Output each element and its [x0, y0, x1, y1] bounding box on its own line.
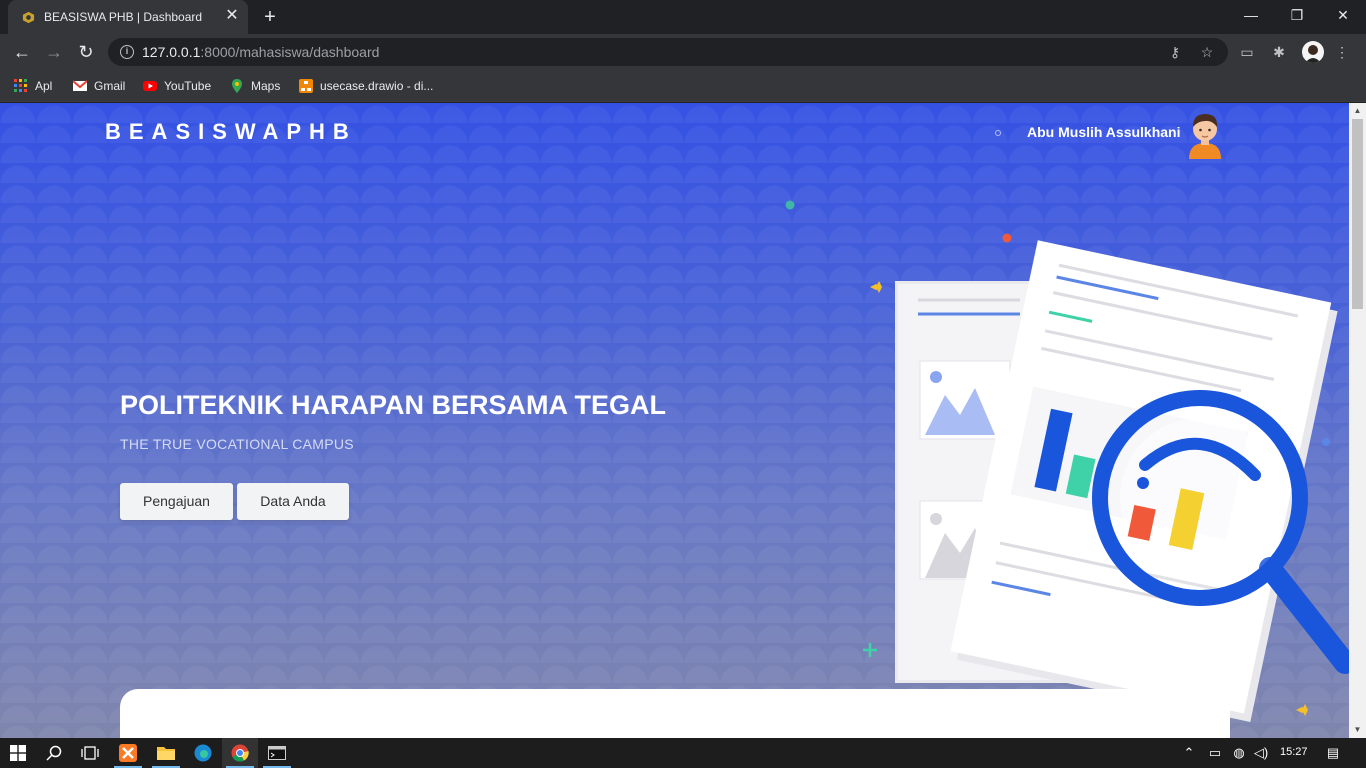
bookmark-star-icon[interactable]: ☆ — [1198, 43, 1216, 61]
bookmarks-bar: Apl Gmail YouTube Maps usecase.drawio - … — [0, 70, 1366, 102]
task-view-icon[interactable] — [72, 738, 108, 768]
browser-toolbar: ← → ↻ i 127.0.0.1:8000/mahasiswa/dashboa… — [0, 34, 1366, 70]
taskbar-clock[interactable]: 15:27 — [1280, 746, 1308, 758]
tab-close-icon[interactable]: ✕ — [224, 8, 240, 24]
maps-icon — [232, 79, 242, 93]
phb-favicon-icon — [22, 11, 35, 24]
page-viewport: BEASISWAPHB Abu Muslih Assulkhani POLITE… — [0, 103, 1349, 738]
scroll-up-icon[interactable]: ▲ — [1349, 103, 1366, 119]
xampp-icon[interactable] — [110, 738, 146, 768]
network-globe-icon[interactable]: ◍ — [1230, 745, 1248, 761]
key-icon[interactable]: ⚷ — [1166, 43, 1184, 61]
user-name[interactable]: Abu Muslih Assulkhani — [1027, 124, 1181, 140]
windows-taskbar: ⌃ ▭ ◍ ◁) 15:27 ▤ — [0, 738, 1366, 768]
battery-icon[interactable]: ▭ — [1206, 745, 1224, 761]
bookmark-apps[interactable]: Apl — [14, 77, 52, 95]
apps-grid-icon — [14, 79, 27, 92]
forward-arrow-icon[interactable]: → — [42, 40, 66, 64]
restore-button[interactable]: ❐ — [1274, 0, 1320, 30]
content-card — [120, 689, 1230, 738]
new-tab-button[interactable]: + — [260, 7, 280, 27]
bookmark-label: Gmail — [94, 79, 126, 93]
scroll-thumb[interactable] — [1352, 119, 1363, 309]
profile-avatar[interactable] — [1302, 41, 1324, 63]
file-explorer-icon[interactable] — [148, 738, 184, 768]
windows-start-icon[interactable] — [0, 738, 36, 768]
chrome-icon[interactable] — [222, 738, 258, 768]
profile-person-icon — [1305, 45, 1321, 63]
menu-kebab-icon[interactable]: ⋮ — [1332, 42, 1352, 62]
bookmark-label: Maps — [251, 79, 281, 93]
decor-circle — [995, 130, 1001, 136]
browser-tab-active[interactable]: BEASISWA PHB | Dashboard ✕ — [8, 0, 248, 34]
url-text[interactable]: 127.0.0.1:8000/mahasiswa/dashboard — [142, 44, 379, 60]
bookmark-label: YouTube — [164, 79, 212, 93]
tab-title: BEASISWA PHB | Dashboard — [44, 10, 203, 24]
user-avatar[interactable] — [1184, 109, 1226, 159]
gmail-icon — [73, 80, 87, 91]
back-arrow-icon[interactable]: ← — [10, 40, 34, 64]
site-info-icon[interactable]: i — [120, 45, 134, 59]
window-close-button[interactable]: ✕ — [1320, 0, 1366, 30]
pengajuan-button[interactable]: Pengajuan — [120, 483, 233, 520]
bookmark-youtube[interactable]: YouTube — [143, 77, 211, 95]
bookmark-maps[interactable]: Maps — [230, 77, 280, 95]
bookmark-drawio[interactable]: usecase.drawio - di... — [299, 77, 433, 95]
notifications-icon[interactable]: ▤ — [1324, 745, 1342, 761]
tray-chevron-up-icon[interactable]: ⌃ — [1182, 745, 1196, 761]
bookmark-gmail[interactable]: Gmail — [73, 77, 125, 95]
hero-subtitle: THE TRUE VOCATIONAL CAMPUS — [120, 436, 354, 452]
scroll-down-icon[interactable]: ▼ — [1349, 722, 1366, 738]
search-icon[interactable] — [36, 738, 72, 768]
page-scrollbar[interactable]: ▲ ▼ — [1349, 103, 1366, 738]
brand-logo-text[interactable]: BEASISWAPHB — [105, 119, 357, 145]
volume-icon[interactable]: ◁) — [1252, 745, 1270, 761]
browser-tab-bar: BEASISWA PHB | Dashboard ✕ + — ❐ ✕ — [0, 0, 1366, 34]
reload-icon[interactable]: ↻ — [74, 40, 98, 64]
extensions-puzzle-icon[interactable]: ✱ — [1269, 42, 1289, 62]
drawio-icon — [299, 79, 313, 93]
youtube-icon — [143, 81, 157, 91]
bookmark-label: usecase.drawio - di... — [320, 79, 434, 93]
bookmark-label: Apl — [35, 79, 53, 93]
document-search-illustration — [785, 200, 1349, 722]
hero-title: POLITEKNIK HARAPAN BERSAMA TEGAL — [120, 390, 666, 420]
address-bar[interactable]: i 127.0.0.1:8000/mahasiswa/dashboard ⚷ ☆ — [108, 38, 1228, 66]
minimize-button[interactable]: — — [1228, 0, 1274, 30]
cast-icon[interactable]: ▭ — [1237, 42, 1257, 62]
data-anda-button[interactable]: Data Anda — [237, 483, 349, 520]
edge-icon[interactable] — [185, 738, 221, 768]
terminal-icon[interactable] — [259, 738, 295, 768]
